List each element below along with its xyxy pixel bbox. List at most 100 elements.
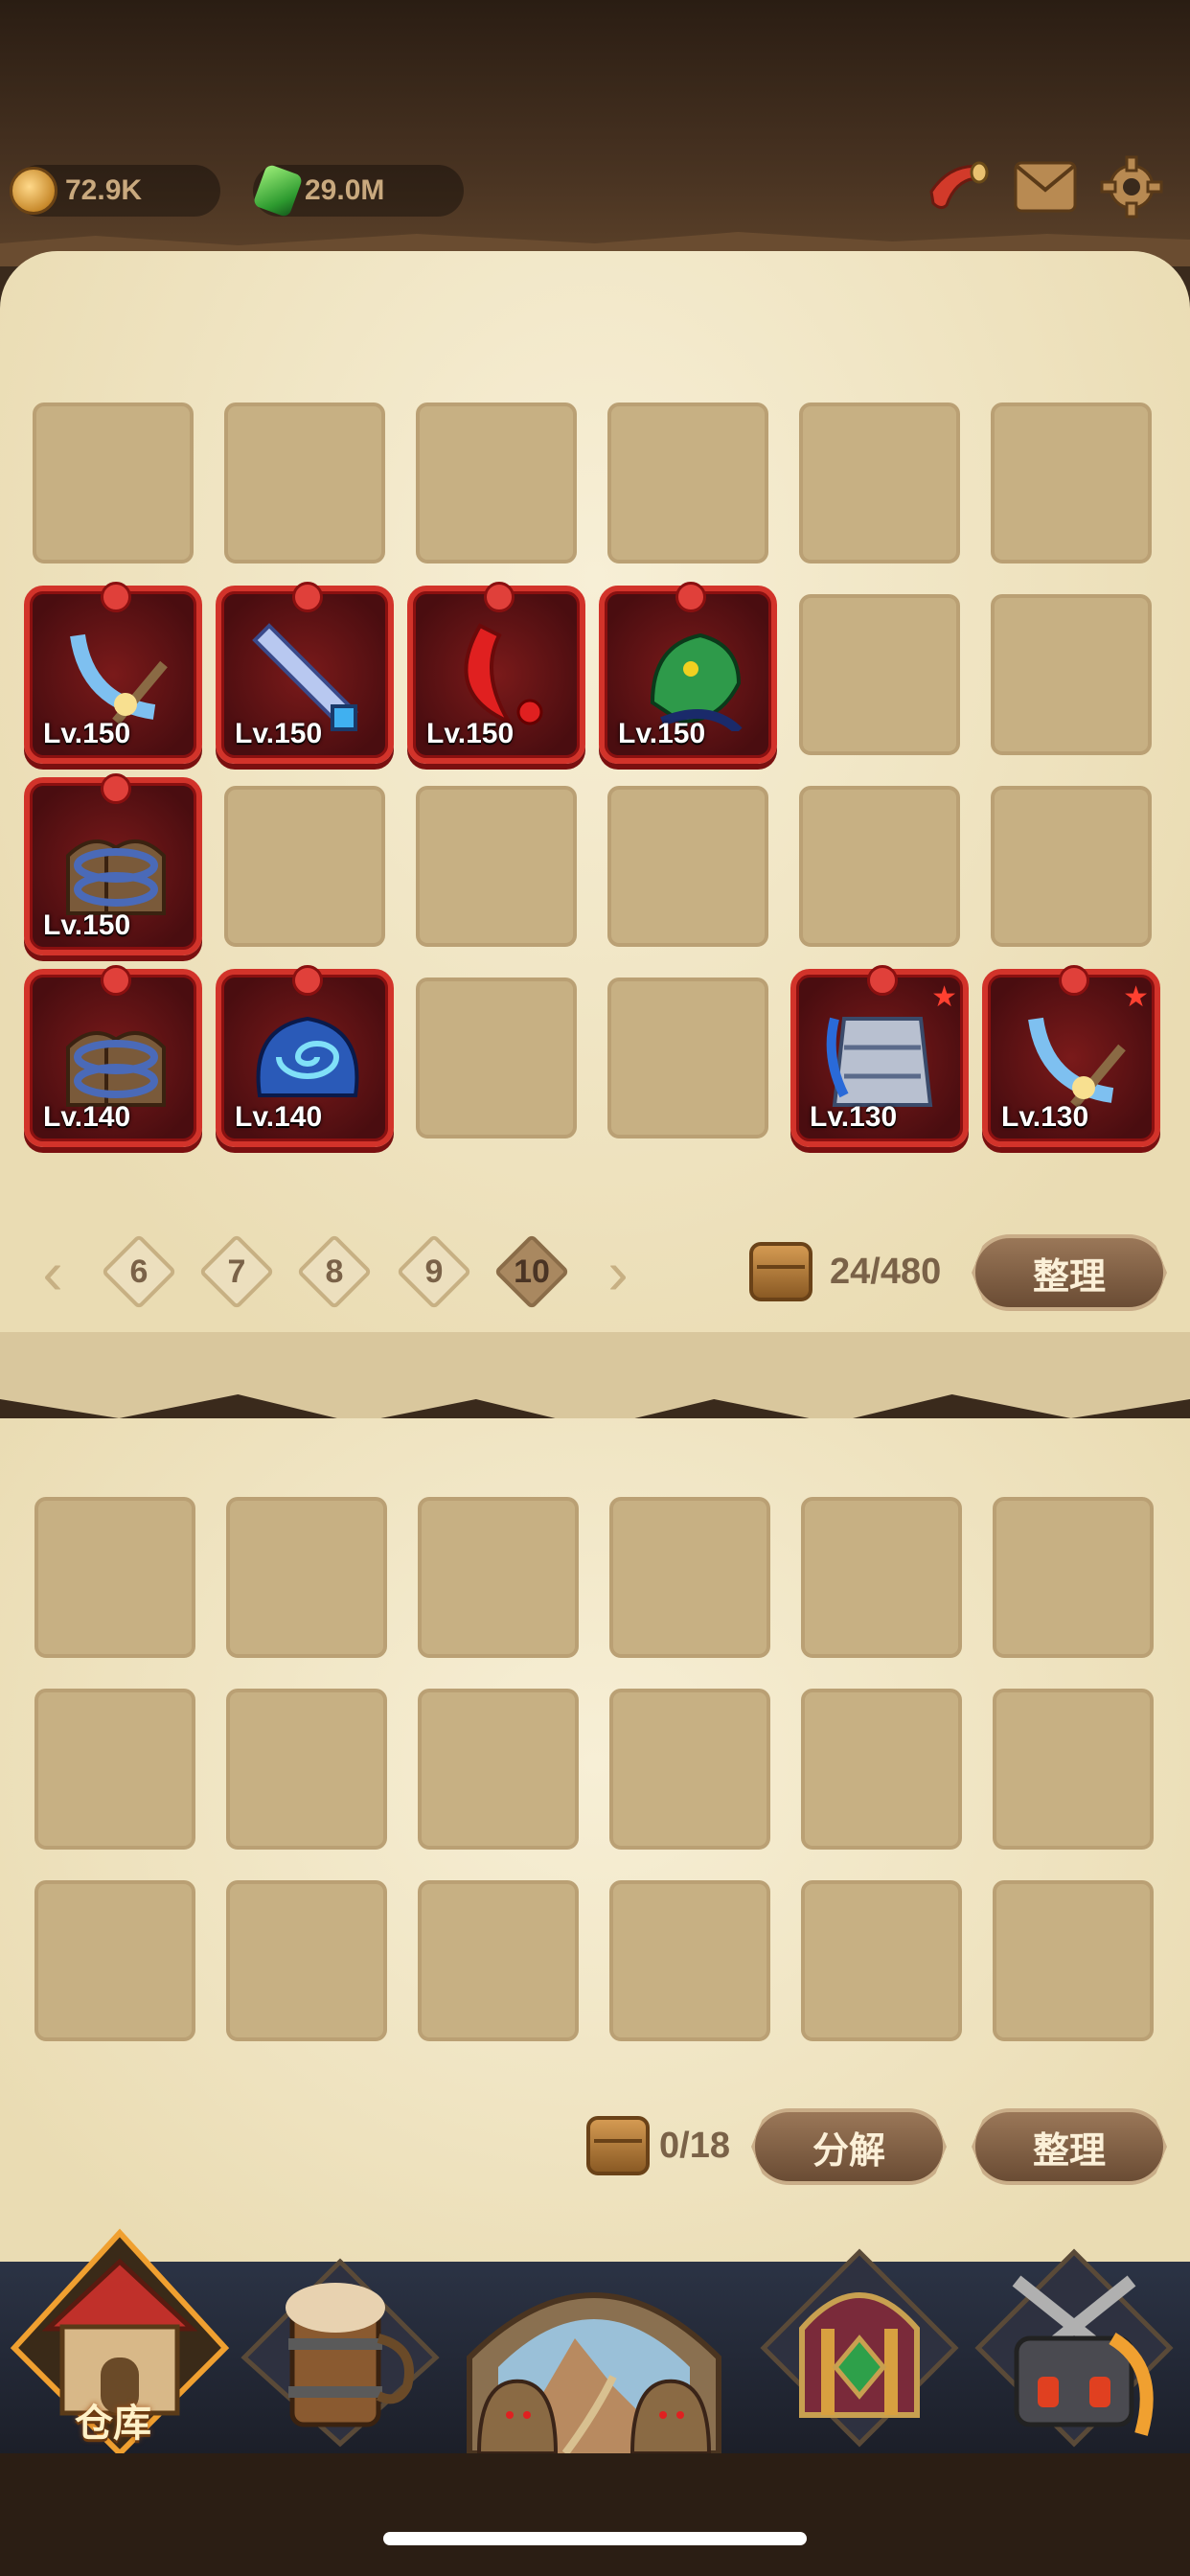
empty-salvage-slot[interactable] bbox=[609, 1497, 770, 1658]
empty-inventory-slot bbox=[991, 402, 1152, 564]
nav-adventure[interactable] bbox=[450, 2223, 738, 2453]
equipment-item[interactable]: Lv.150 bbox=[407, 582, 585, 764]
page-number: 9 bbox=[424, 1253, 444, 1290]
empty-inventory-slot bbox=[416, 402, 577, 564]
gem-currency[interactable]: 29.0M bbox=[252, 163, 464, 218]
equipment-item[interactable]: Lv.140 bbox=[24, 965, 202, 1147]
swirl-armor-icon bbox=[256, 1016, 359, 1097]
frame-gem-icon bbox=[101, 773, 131, 804]
frame-gem-icon bbox=[101, 965, 131, 996]
empty-salvage-slot[interactable] bbox=[801, 1497, 962, 1658]
page-button[interactable]: 8 bbox=[296, 1233, 373, 1310]
page-button[interactable]: 7 bbox=[198, 1233, 275, 1310]
empty-salvage-slot[interactable] bbox=[34, 1497, 195, 1658]
frame-gem-icon bbox=[1059, 965, 1089, 996]
inventory-count: 24/480 bbox=[830, 1252, 942, 1292]
empty-inventory-slot bbox=[607, 978, 768, 1138]
red-scimitar-icon bbox=[464, 623, 543, 726]
salvage-sort-button[interactable]: 整理 bbox=[972, 2108, 1167, 2185]
nav-forge[interactable] bbox=[964, 2223, 1184, 2453]
equipment-item[interactable]: Lv.150 bbox=[24, 773, 202, 955]
home-indicator[interactable] bbox=[383, 2532, 807, 2545]
empty-inventory-slot bbox=[991, 594, 1152, 755]
page-button[interactable]: 6 bbox=[101, 1233, 177, 1310]
equipment-item[interactable]: Lv.150 bbox=[216, 582, 394, 764]
equipment-item[interactable]: Lv.140 bbox=[216, 965, 394, 1147]
empty-inventory-slot bbox=[416, 978, 577, 1138]
empty-salvage-slot[interactable] bbox=[801, 1689, 962, 1850]
empty-inventory-slot bbox=[33, 402, 194, 564]
page-number: 10 bbox=[514, 1253, 550, 1290]
page-number: 8 bbox=[325, 1253, 344, 1290]
salvage-chest-icon bbox=[586, 2116, 650, 2175]
empty-inventory-slot bbox=[416, 786, 577, 947]
empty-salvage-slot[interactable] bbox=[418, 1880, 579, 2041]
artifact-shrine-icon bbox=[760, 2248, 959, 2448]
inventory-sort-button[interactable]: 整理 bbox=[972, 1234, 1167, 1311]
item-level: Lv.130 bbox=[810, 1101, 898, 1133]
empty-inventory-slot bbox=[799, 786, 960, 947]
bottom-nav-base bbox=[0, 2453, 1190, 2576]
empty-salvage-slot[interactable] bbox=[226, 1689, 387, 1850]
frame-gem-icon bbox=[101, 582, 131, 612]
empty-salvage-slot[interactable] bbox=[34, 1689, 195, 1850]
empty-salvage-slot[interactable] bbox=[993, 1497, 1154, 1658]
empty-salvage-slot[interactable] bbox=[609, 1880, 770, 2041]
frame-gem-icon bbox=[484, 582, 515, 612]
prev-page-arrow-icon[interactable]: ‹ bbox=[29, 1236, 77, 1309]
gold-coin-icon bbox=[10, 167, 57, 215]
chained-gauntlets-icon bbox=[66, 1031, 166, 1107]
item-level: Lv.140 bbox=[235, 1101, 323, 1133]
adventure-portal-icon bbox=[467, 2292, 721, 2453]
decompose-button[interactable]: 分解 bbox=[751, 2108, 947, 2185]
item-level: Lv.150 bbox=[426, 718, 515, 749]
nav-tavern[interactable] bbox=[230, 2223, 450, 2453]
page-button[interactable]: 9 bbox=[396, 1233, 472, 1310]
empty-salvage-slot[interactable] bbox=[801, 1880, 962, 2041]
page-number: 7 bbox=[227, 1253, 246, 1290]
empty-inventory-slot bbox=[224, 786, 385, 947]
frame-gem-icon bbox=[292, 582, 323, 612]
item-level: Lv.130 bbox=[1001, 1101, 1089, 1133]
settings-gear-icon[interactable] bbox=[1098, 153, 1165, 220]
star-icon: ★ bbox=[1123, 981, 1149, 1013]
nav-artifact[interactable] bbox=[749, 2223, 970, 2453]
page-number: 6 bbox=[129, 1253, 149, 1290]
page-button[interactable]: 10 bbox=[493, 1233, 570, 1310]
forge-cauldron-icon bbox=[974, 2248, 1174, 2448]
empty-salvage-slot[interactable] bbox=[993, 1689, 1154, 1850]
empty-inventory-slot bbox=[799, 594, 960, 755]
empty-inventory-slot bbox=[607, 786, 768, 947]
plate-armor-icon bbox=[826, 1017, 933, 1107]
mail-icon[interactable] bbox=[1012, 153, 1079, 220]
frame-gem-icon bbox=[867, 965, 898, 996]
frame-gem-icon bbox=[675, 582, 706, 612]
equipment-item[interactable]: Lv.150 bbox=[599, 582, 777, 764]
equipment-item[interactable]: ★ Lv.130 bbox=[790, 965, 969, 1147]
frame-gem-icon bbox=[292, 965, 323, 996]
empty-salvage-slot[interactable] bbox=[34, 1880, 195, 2041]
dragon-helm-icon bbox=[650, 632, 743, 731]
equipment-item[interactable]: Lv.150 bbox=[24, 582, 202, 764]
empty-inventory-slot bbox=[799, 402, 960, 564]
empty-inventory-slot bbox=[991, 786, 1152, 947]
horn-icon[interactable] bbox=[922, 153, 989, 220]
curved-blade-icon bbox=[70, 633, 168, 725]
empty-salvage-slot[interactable] bbox=[226, 1880, 387, 2041]
empty-salvage-slot[interactable] bbox=[993, 1880, 1154, 2041]
gold-currency[interactable]: 72.9K bbox=[10, 165, 220, 217]
empty-salvage-slot[interactable] bbox=[418, 1497, 579, 1658]
empty-salvage-slot[interactable] bbox=[226, 1497, 387, 1658]
panel-divider bbox=[0, 1332, 1190, 1428]
item-level: Lv.140 bbox=[43, 1101, 131, 1133]
empty-salvage-slot[interactable] bbox=[418, 1689, 579, 1850]
star-icon: ★ bbox=[931, 981, 957, 1013]
equipment-item[interactable]: ★ Lv.130 bbox=[982, 965, 1160, 1147]
next-page-arrow-icon[interactable]: › bbox=[594, 1236, 642, 1309]
empty-salvage-slot[interactable] bbox=[609, 1689, 770, 1850]
empty-inventory-slot bbox=[607, 402, 768, 564]
tavern-mug-icon bbox=[240, 2258, 440, 2448]
empty-inventory-slot bbox=[224, 402, 385, 564]
curved-blade-icon bbox=[1028, 1017, 1126, 1109]
crystal-sword-icon bbox=[252, 623, 358, 731]
